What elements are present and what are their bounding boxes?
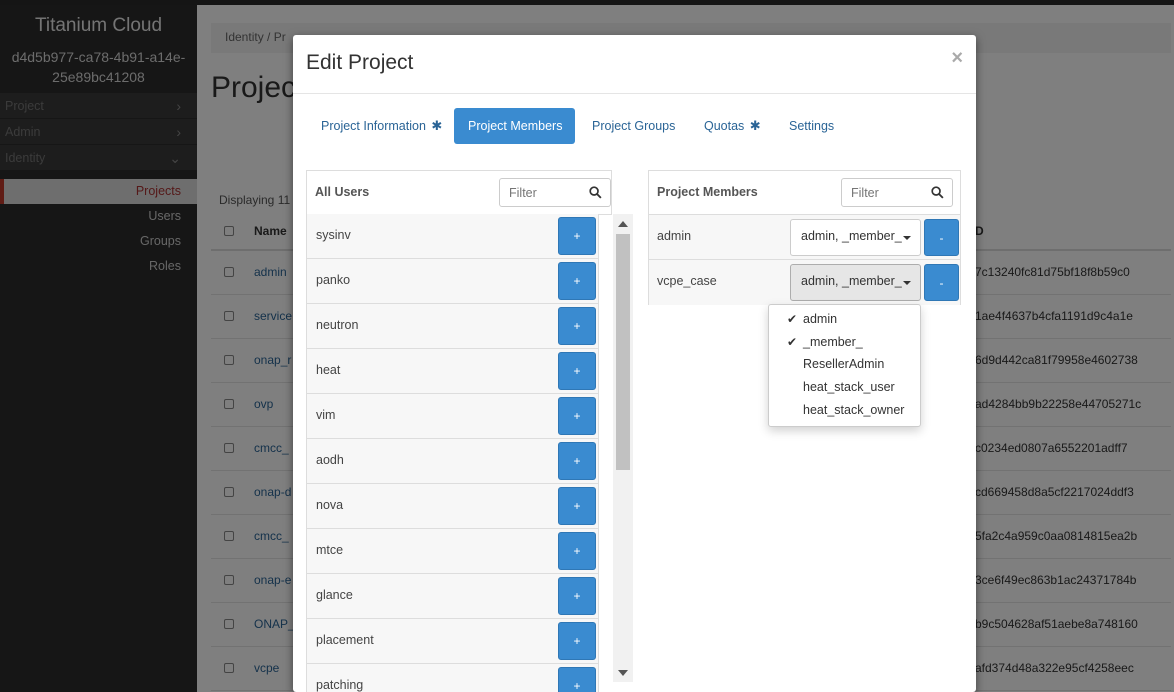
all-users-list: sysinv + panko + neutron + heat + vim + aodh + nova +… <box>306 214 599 692</box>
add-user-button[interactable]: + <box>558 577 596 615</box>
user-name: patching <box>316 678 364 692</box>
search-icon <box>589 186 602 199</box>
search-icon <box>931 186 944 199</box>
all-users-title: All Users <box>315 185 370 199</box>
remove-member-button[interactable]: - <box>924 264 959 301</box>
tab-label: Project Members <box>468 119 563 133</box>
user-row: mtce + <box>306 529 599 574</box>
user-row: patching + <box>306 664 599 692</box>
user-row: panko + <box>306 259 599 304</box>
all-users-scrollbar[interactable] <box>613 214 633 682</box>
project-members-filter[interactable] <box>841 178 953 207</box>
check-icon: ✔ <box>787 312 798 326</box>
user-row: aodh + <box>306 439 599 484</box>
modal-title: Edit Project <box>306 51 414 74</box>
user-name: panko <box>316 273 351 287</box>
required-icon: ✱ <box>749 118 761 133</box>
scroll-down-icon[interactable] <box>618 670 628 676</box>
project-members-filter-input[interactable] <box>842 179 922 206</box>
tab-label: Project Information <box>321 119 426 133</box>
user-name: nova <box>316 498 344 512</box>
all-users-filter-input[interactable] <box>500 179 580 206</box>
role-option-label: heat_stack_user <box>803 380 895 395</box>
add-user-button[interactable]: + <box>558 217 596 255</box>
add-user-button[interactable]: + <box>558 352 596 390</box>
add-user-button[interactable]: + <box>558 397 596 435</box>
role-option[interactable]: heat_stack_owner <box>769 399 920 422</box>
project-members-title: Project Members <box>657 185 758 199</box>
all-users-filter[interactable] <box>499 178 611 207</box>
user-name: neutron <box>316 318 359 332</box>
role-select-value: admin, _member_ <box>801 229 902 243</box>
close-icon[interactable]: × <box>951 47 963 70</box>
project-members-header: Project Members <box>649 171 960 215</box>
tab-project-groups[interactable]: Project Groups <box>578 108 689 144</box>
user-name: aodh <box>316 453 344 467</box>
roles-dropdown-menu: ✔ admin ✔ _member_ ResellerAdmin heat_stack_u… <box>768 304 921 427</box>
member-name: vcpe_case <box>657 274 717 288</box>
user-row: glance + <box>306 574 599 619</box>
user-row: heat + <box>306 349 599 394</box>
user-name: glance <box>316 588 353 602</box>
role-select[interactable]: admin, _member_ <box>790 264 921 301</box>
role-option-label: _member_ <box>803 334 863 349</box>
scroll-thumb[interactable] <box>616 234 630 470</box>
add-user-button[interactable]: + <box>558 442 596 480</box>
user-name: vim <box>316 408 336 422</box>
role-select-value: admin, _member_ <box>801 274 902 288</box>
user-name: mtce <box>316 543 344 557</box>
user-row: sysinv + <box>306 214 599 259</box>
add-user-button[interactable]: + <box>558 307 596 345</box>
role-select[interactable]: admin, _member_ <box>790 219 921 256</box>
user-row: placement + <box>306 619 599 664</box>
caret-down-icon <box>903 281 911 285</box>
tab-project-members[interactable]: Project Members <box>454 108 575 144</box>
project-members-panel: Project Members admin admin, _member_ - … <box>648 170 961 305</box>
user-row: vim + <box>306 394 599 439</box>
user-name: sysinv <box>316 228 351 242</box>
remove-member-button[interactable]: - <box>924 219 959 256</box>
tab-label: Project Groups <box>592 119 676 133</box>
all-users-panel: All Users <box>306 170 612 215</box>
add-user-button[interactable]: + <box>558 487 596 525</box>
modal-header: Edit Project × <box>293 35 976 94</box>
user-name: heat <box>316 363 341 377</box>
tab-label: Settings <box>789 119 835 133</box>
user-row: neutron + <box>306 304 599 349</box>
all-users-header: All Users <box>307 171 611 215</box>
tab-project-information[interactable]: Project Information ✱ <box>307 108 456 144</box>
role-option-label: ResellerAdmin <box>803 357 885 372</box>
add-user-button[interactable]: + <box>558 622 596 660</box>
member-row-admin: admin admin, _member_ - <box>649 215 960 260</box>
role-option-label: admin <box>803 312 838 326</box>
member-row-vcpe-case: vcpe_case admin, _member_ - <box>649 260 960 305</box>
add-user-button[interactable]: + <box>558 532 596 570</box>
role-option[interactable]: ResellerAdmin <box>769 353 920 376</box>
role-option[interactable]: ✔ admin <box>769 308 920 331</box>
tab-settings[interactable]: Settings <box>775 108 848 144</box>
caret-down-icon <box>903 236 911 240</box>
role-option-label: heat_stack_owner <box>803 402 905 417</box>
member-name: admin <box>657 229 692 243</box>
check-icon: ✔ <box>787 334 798 349</box>
user-name: placement <box>316 633 374 647</box>
role-option[interactable]: heat_stack_user <box>769 376 920 399</box>
add-user-button[interactable]: + <box>558 262 596 300</box>
user-row: nova + <box>306 484 599 529</box>
add-user-button[interactable]: + <box>558 667 596 692</box>
tab-label: Quotas <box>704 119 745 133</box>
role-option[interactable]: ✔ _member_ <box>769 331 920 354</box>
tab-quotas[interactable]: Quotas ✱ <box>690 108 775 144</box>
scroll-up-icon[interactable] <box>618 221 628 227</box>
required-icon: ✱ <box>431 118 443 133</box>
